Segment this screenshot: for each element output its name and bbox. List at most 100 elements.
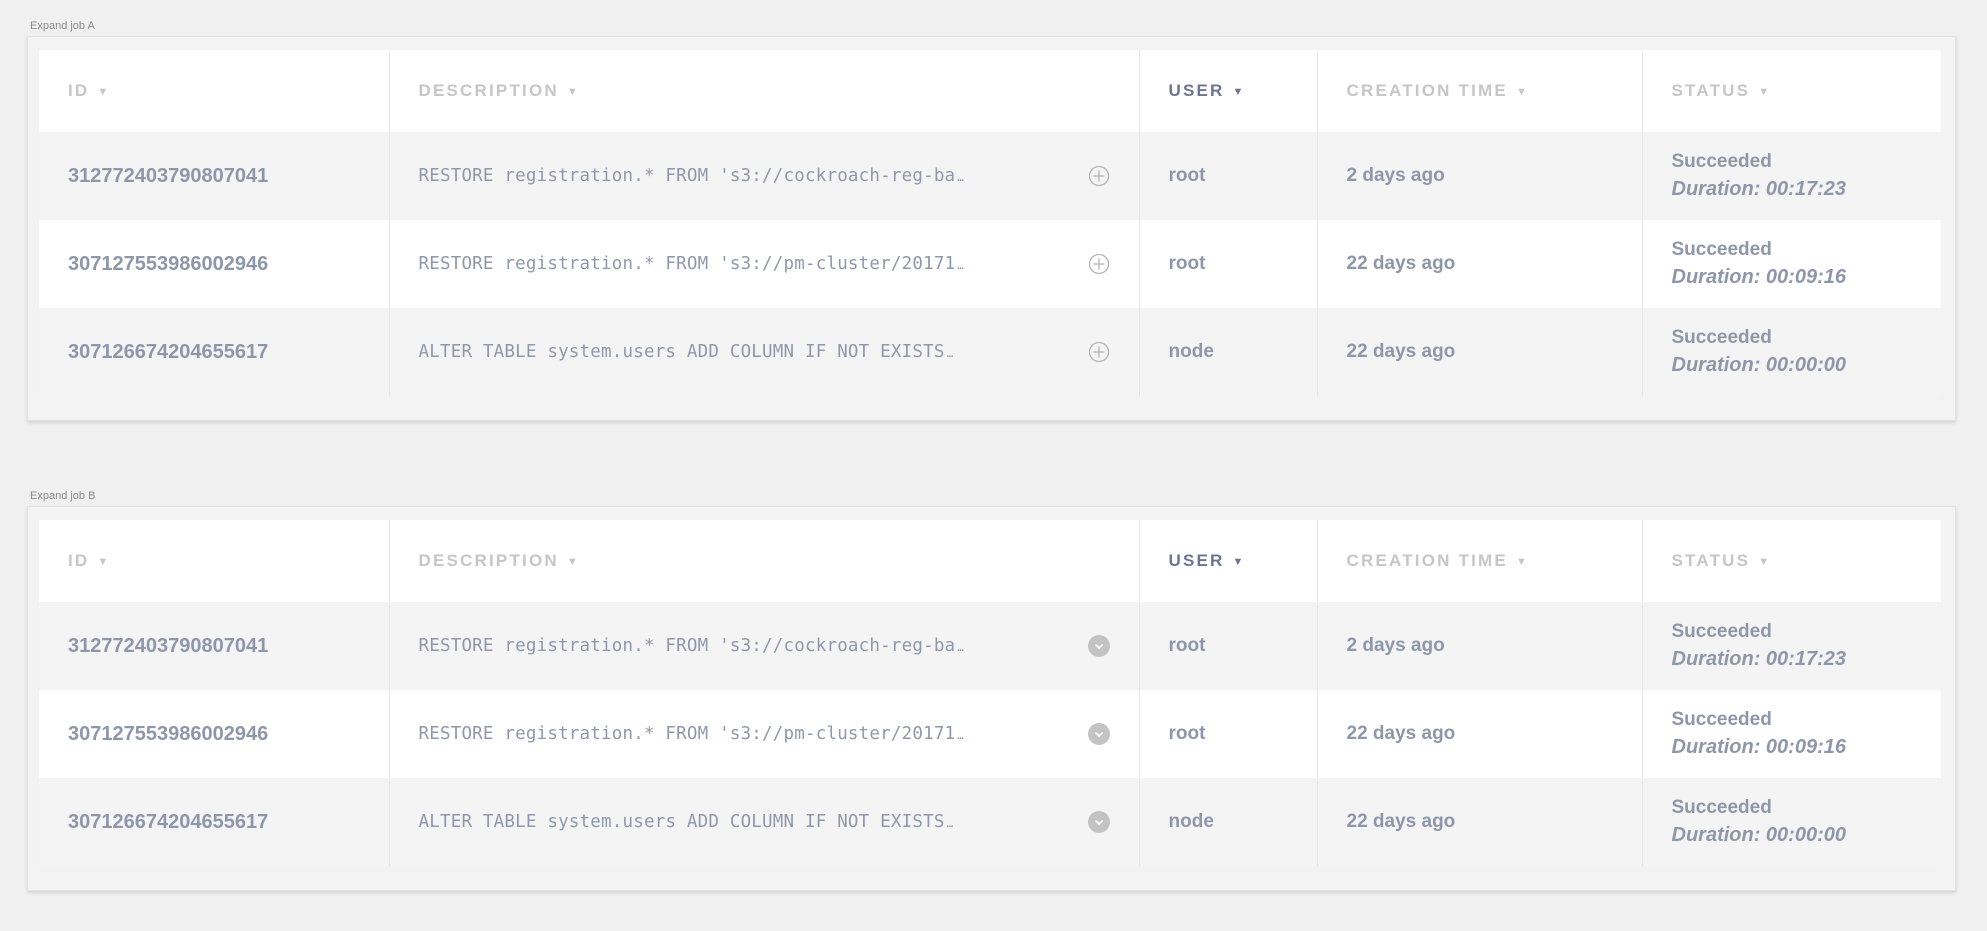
job-description-cell: RESTORE registration.* FROM 's3://cockro… (389, 602, 1140, 690)
job-duration: Duration: 00:17:23 (1671, 178, 1847, 200)
job-id: 307127553986002946 (68, 252, 269, 275)
job-creation-time-cell: 22 days ago (1317, 308, 1643, 396)
job-id-cell: 307126674204655617 (39, 778, 390, 866)
job-duration: Duration: 00:17:23 (1671, 648, 1847, 670)
table-body: 312772403790807041 RESTORE registration.… (39, 132, 1941, 396)
job-creation-time: 22 days ago (1346, 341, 1456, 362)
table-row[interactable]: 307127553986002946 RESTORE registration.… (39, 690, 1941, 778)
job-creation-time: 22 days ago (1346, 723, 1456, 744)
column-header-user[interactable]: USER ▼ (1139, 50, 1318, 132)
job-user: node (1168, 811, 1214, 832)
job-user: node (1168, 341, 1214, 362)
jobs-table-panel-b: ID ▼ DESCRIPTION ▼ USER ▼ CREATION TIME ▼ ST… (27, 506, 1956, 891)
job-status-cell: Succeeded Duration: 00:17:23 (1642, 132, 1941, 220)
jobs-table: ID ▼ DESCRIPTION ▼ USER ▼ CREATION TIME ▼ ST… (39, 520, 1941, 866)
sort-caret-icon: ▼ (566, 86, 578, 98)
job-user-cell: root (1139, 132, 1318, 220)
column-header-status[interactable]: STATUS ▼ (1642, 50, 1941, 132)
table-row[interactable]: 307126674204655617 ALTER TABLE system.us… (39, 778, 1941, 866)
column-header-creation-time[interactable]: CREATION TIME ▼ (1317, 520, 1643, 602)
job-status: Succeeded (1671, 327, 1772, 348)
sort-caret-icon: ▼ (1515, 556, 1527, 568)
job-user-cell: root (1139, 602, 1318, 690)
ellipsis-icon: … (957, 729, 964, 742)
table-header-row: ID ▼ DESCRIPTION ▼ USER ▼ CREATION TIME ▼ ST… (39, 520, 1941, 602)
jobs-table: ID ▼ DESCRIPTION ▼ USER ▼ CREATION TIME ▼ ST… (39, 50, 1941, 396)
job-status: Succeeded (1671, 151, 1772, 172)
circle-chevron-down-icon[interactable] (1087, 722, 1111, 746)
job-user: root (1168, 723, 1206, 744)
sort-caret-icon: ▼ (1515, 86, 1527, 98)
job-creation-time: 2 days ago (1346, 165, 1445, 186)
table-row[interactable]: 307127553986002946 RESTORE registration.… (39, 220, 1941, 308)
job-status: Succeeded (1671, 621, 1772, 642)
job-description-cell: RESTORE registration.* FROM 's3://cockro… (389, 132, 1140, 220)
job-description: ALTER TABLE system.users ADD COLUMN IF N… (418, 812, 945, 832)
table-row[interactable]: 312772403790807041 RESTORE registration.… (39, 132, 1941, 220)
circle-plus-icon[interactable] (1087, 164, 1111, 188)
job-description: RESTORE registration.* FROM 's3://pm-clu… (418, 724, 956, 744)
circle-chevron-down-icon[interactable] (1087, 810, 1111, 834)
job-creation-time-cell: 22 days ago (1317, 778, 1643, 866)
job-creation-time-cell: 2 days ago (1317, 132, 1643, 220)
sort-caret-icon: ▼ (1232, 86, 1244, 98)
column-header-status[interactable]: STATUS ▼ (1642, 520, 1941, 602)
job-id-cell: 307127553986002946 (39, 220, 390, 308)
job-creation-time: 22 days ago (1346, 253, 1456, 274)
table-row[interactable]: 312772403790807041 RESTORE registration.… (39, 602, 1941, 690)
job-creation-time: 22 days ago (1346, 811, 1456, 832)
job-duration: Duration: 00:09:16 (1671, 266, 1847, 288)
job-duration: Duration: 00:09:16 (1671, 736, 1847, 758)
job-user-cell: root (1139, 220, 1318, 308)
job-user: root (1168, 165, 1206, 186)
table-header-row: ID ▼ DESCRIPTION ▼ USER ▼ CREATION TIME ▼ ST… (39, 50, 1941, 132)
job-description-cell: RESTORE registration.* FROM 's3://pm-clu… (389, 220, 1140, 308)
ellipsis-icon: … (957, 171, 964, 184)
job-status-cell: Succeeded Duration: 00:09:16 (1642, 690, 1941, 778)
table-row[interactable]: 307126674204655617 ALTER TABLE system.us… (39, 308, 1941, 396)
job-status: Succeeded (1671, 709, 1772, 730)
job-user: root (1168, 253, 1206, 274)
jobs-table-panel-a: ID ▼ DESCRIPTION ▼ USER ▼ CREATION TIME ▼ ST… (27, 36, 1956, 421)
circle-plus-icon[interactable] (1087, 340, 1111, 364)
job-id-cell: 307126674204655617 (39, 308, 390, 396)
job-user-cell: root (1139, 690, 1318, 778)
job-creation-time: 2 days ago (1346, 635, 1445, 656)
job-user: root (1168, 635, 1206, 656)
panel-label: Expand job A (30, 20, 95, 32)
job-id: 312772403790807041 (68, 634, 269, 657)
sort-caret-icon: ▼ (97, 86, 109, 98)
table-body: 312772403790807041 RESTORE registration.… (39, 602, 1941, 866)
circle-plus-icon[interactable] (1087, 252, 1111, 276)
job-user-cell: node (1139, 778, 1318, 866)
ellipsis-icon: … (957, 641, 964, 654)
job-creation-time-cell: 22 days ago (1317, 690, 1643, 778)
column-header-description[interactable]: DESCRIPTION ▼ (389, 520, 1140, 602)
job-creation-time-cell: 2 days ago (1317, 602, 1643, 690)
column-header-user[interactable]: USER ▼ (1139, 520, 1318, 602)
column-header-creation-time[interactable]: CREATION TIME ▼ (1317, 50, 1643, 132)
job-status-cell: Succeeded Duration: 00:00:00 (1642, 778, 1941, 866)
job-status: Succeeded (1671, 797, 1772, 818)
ellipsis-icon: … (946, 817, 954, 830)
column-header-id[interactable]: ID ▼ (39, 50, 390, 132)
job-id-cell: 307127553986002946 (39, 690, 390, 778)
job-status: Succeeded (1671, 239, 1772, 260)
circle-chevron-down-icon[interactable] (1087, 634, 1111, 658)
job-description: ALTER TABLE system.users ADD COLUMN IF N… (418, 342, 945, 362)
job-description: RESTORE registration.* FROM 's3://cockro… (418, 166, 956, 186)
sort-caret-icon: ▼ (1758, 556, 1770, 568)
job-description-cell: ALTER TABLE system.users ADD COLUMN IF N… (389, 778, 1140, 866)
job-id: 312772403790807041 (68, 164, 269, 187)
column-header-id[interactable]: ID ▼ (39, 520, 390, 602)
job-user-cell: node (1139, 308, 1318, 396)
job-status-cell: Succeeded Duration: 00:17:23 (1642, 602, 1941, 690)
ellipsis-icon: … (946, 347, 954, 360)
panel-label: Expand job B (30, 490, 96, 502)
job-duration: Duration: 00:00:00 (1671, 824, 1847, 846)
sort-caret-icon: ▼ (1232, 556, 1244, 568)
job-status-cell: Succeeded Duration: 00:00:00 (1642, 308, 1941, 396)
sort-caret-icon: ▼ (97, 556, 109, 568)
sort-caret-icon: ▼ (566, 556, 578, 568)
column-header-description[interactable]: DESCRIPTION ▼ (389, 50, 1140, 132)
